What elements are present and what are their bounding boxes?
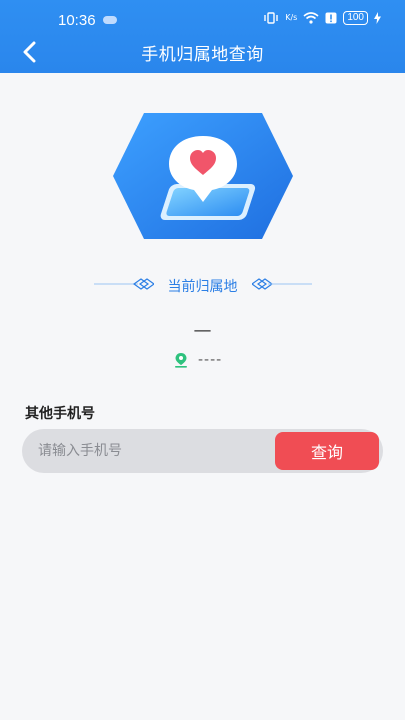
title-bar: 手机归属地查询	[0, 36, 405, 73]
query-button[interactable]: 查询	[275, 432, 379, 470]
phone-number-input[interactable]	[38, 429, 268, 473]
status-time: 10:36	[58, 12, 96, 29]
hero-illustration	[112, 112, 294, 240]
status-bar: 10:36 K/s 100	[0, 0, 405, 36]
net-speed-icon: K/s	[285, 14, 297, 22]
ornament-right-icon	[252, 278, 312, 290]
alert-icon	[325, 12, 337, 24]
vibrate-icon	[263, 12, 279, 24]
current-number-value: —	[193, 320, 212, 341]
current-location-label: 当前归属地	[167, 279, 238, 295]
location-pin-icon	[175, 353, 187, 368]
status-icons: K/s 100	[263, 11, 381, 25]
page-title: 手机归属地查询	[141, 45, 264, 65]
app-header: 10:36 K/s 100 手机归属地查询	[0, 0, 405, 73]
notification-icon	[103, 16, 117, 24]
current-location-divider: 当前归属地	[0, 271, 405, 299]
phone-location-icon	[113, 113, 293, 239]
current-location-value: ----	[198, 352, 223, 368]
other-number-label: 其他手机号	[25, 406, 95, 422]
phone-search-bar: 查询	[22, 429, 383, 473]
charging-icon	[374, 12, 381, 24]
wifi-icon	[303, 12, 319, 24]
battery-level: 100	[343, 11, 368, 25]
net-speed-unit: K/s	[285, 13, 298, 22]
current-location-row: ----	[174, 350, 222, 370]
